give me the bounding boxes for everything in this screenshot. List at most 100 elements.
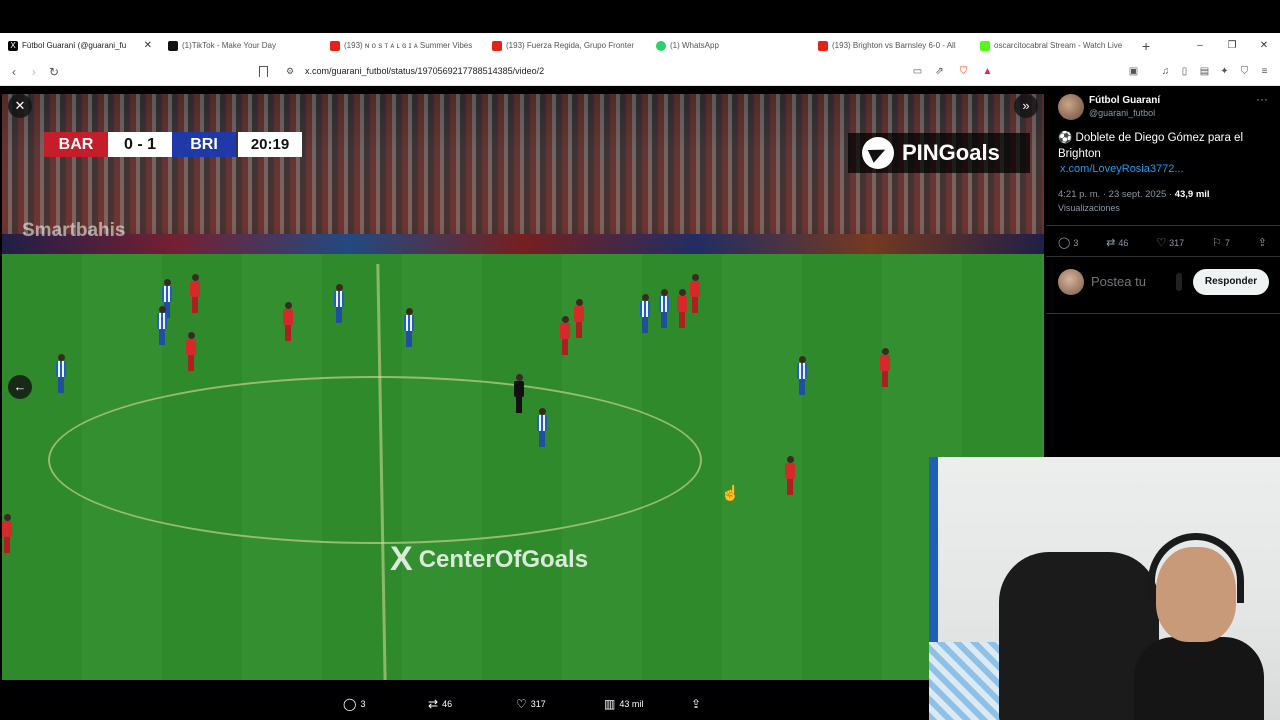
x-icon: X bbox=[8, 40, 18, 51]
youtube-icon bbox=[492, 40, 502, 51]
share-icon: ⇪ bbox=[691, 697, 702, 711]
expand-panel-button[interactable]: » bbox=[1014, 94, 1038, 118]
author-name[interactable]: Fútbol Guaraní bbox=[1089, 95, 1160, 106]
tab-whatsapp[interactable]: (1) WhatsApp bbox=[648, 33, 810, 58]
youtube-icon bbox=[330, 40, 340, 51]
player-barnsley bbox=[880, 348, 890, 388]
player-brighton bbox=[797, 356, 807, 396]
url-field[interactable]: x.com/guarani_futbol/status/197056921778… bbox=[305, 66, 544, 76]
video-frame: BAR 0 - 1 BRI 20:19 PINGoals Smartbahis … bbox=[2, 94, 1044, 680]
bookmark-stat[interactable]: ⚐ 7 bbox=[1212, 236, 1230, 249]
bookmark-icon[interactable] bbox=[259, 66, 268, 77]
views-action[interactable]: ▥ 43 mil bbox=[604, 697, 643, 711]
tab-title: (193) Fuerza Regida, Grupo Fronter bbox=[506, 41, 635, 50]
repost-action[interactable]: ⇄ 46 bbox=[428, 697, 452, 711]
author-handle[interactable]: @guarani_futbol bbox=[1089, 108, 1155, 118]
wallet-icon[interactable]: ▤ bbox=[1198, 65, 1211, 78]
reply-input[interactable]: Postea tu bbox=[1091, 274, 1146, 289]
post-time[interactable]: 4:21 p. m. · 23 sept. 2025 · bbox=[1058, 189, 1175, 200]
hand-cursor-icon: ☝ bbox=[721, 485, 740, 502]
reply-button[interactable]: Responder bbox=[1193, 269, 1269, 295]
player-barnsley bbox=[785, 456, 795, 496]
views-label: Visualizaciones bbox=[1058, 203, 1120, 213]
new-tab-button[interactable]: + bbox=[1132, 38, 1160, 54]
player-barnsley bbox=[190, 274, 200, 314]
post-link[interactable]: x.com/LoveyRosia3772... bbox=[1060, 163, 1184, 175]
tab-title: (1)TikTok - Make Your Day bbox=[182, 41, 276, 50]
like-count: 317 bbox=[530, 699, 546, 709]
close-tab-icon[interactable]: ✕ bbox=[144, 40, 152, 51]
back-icon[interactable]: ‹ bbox=[4, 65, 24, 79]
reload-icon[interactable]: ↻ bbox=[44, 65, 64, 79]
divider bbox=[1046, 256, 1280, 257]
heart-icon: ♡ bbox=[1156, 237, 1167, 249]
tab-title: oscarcitocabral Stream - Watch Live bbox=[994, 41, 1123, 50]
media-action-bar: ◯ 3 ⇄ 46 ♡ 317 ▥ 43 mil ⇪ bbox=[0, 680, 1046, 720]
tab-youtube-fuerza[interactable]: (193) Fuerza Regida, Grupo Fronter bbox=[484, 33, 648, 58]
brave-shield-icon[interactable]: ⛉ bbox=[957, 65, 970, 78]
referee bbox=[514, 374, 524, 414]
like-action[interactable]: ♡ 317 bbox=[516, 697, 546, 711]
tab-youtube-brighton[interactable]: (193) Brighton vs Barnsley 6-0 - All bbox=[810, 33, 972, 58]
vpn-icon[interactable]: ⛉ bbox=[1238, 65, 1251, 78]
tiktok-icon bbox=[168, 40, 178, 51]
x-logo-icon: X bbox=[390, 540, 413, 578]
youtube-icon bbox=[818, 40, 828, 51]
share-icon[interactable]: ⇗ bbox=[933, 65, 946, 78]
forward-icon[interactable]: › bbox=[24, 65, 44, 79]
brave-rewards-icon[interactable]: ▲ bbox=[981, 65, 994, 78]
reader-icon[interactable]: ▯ bbox=[1178, 65, 1191, 78]
share-action[interactable]: ⇪ bbox=[691, 697, 705, 711]
streamer bbox=[1134, 527, 1264, 720]
user-avatar bbox=[1058, 269, 1084, 295]
player-brighton bbox=[334, 284, 344, 324]
player-brighton bbox=[404, 308, 414, 348]
previous-media-button[interactable]: ← bbox=[8, 375, 32, 399]
restore-button[interactable]: ❐ bbox=[1216, 40, 1248, 51]
share-stat[interactable]: ⇪ bbox=[1258, 236, 1270, 249]
home-team: BAR bbox=[44, 132, 108, 157]
sidebar-icon[interactable]: ▣ bbox=[1127, 65, 1140, 78]
site-settings-icon[interactable]: ⚙ bbox=[286, 66, 294, 77]
like-stat[interactable]: ♡ 317 bbox=[1156, 236, 1184, 249]
minimize-button[interactable]: – bbox=[1184, 40, 1216, 51]
leo-ai-icon[interactable]: ✦ bbox=[1218, 65, 1231, 78]
advertising-boards bbox=[2, 234, 1044, 254]
divider bbox=[1046, 225, 1280, 226]
scoreboard: BAR 0 - 1 BRI 20:19 bbox=[44, 132, 302, 157]
away-team: BRI bbox=[172, 132, 236, 157]
post-stats: ◯ 3 ⇄ 46 ♡ 317 ⚐ 7 ⇪ bbox=[1058, 236, 1270, 249]
more-options-icon[interactable]: ··· bbox=[1256, 92, 1268, 106]
menu-icon[interactable]: ≡ bbox=[1258, 65, 1271, 78]
screen: X Fútbol Guaraní (@guarani_fu ✕ (1)TikTo… bbox=[0, 0, 1280, 720]
address-bar: ‹ › ↻ ⚙ x.com/guarani_futbol/status/1970… bbox=[0, 58, 1280, 86]
player-barnsley bbox=[2, 514, 12, 554]
heart-icon: ♡ bbox=[516, 697, 527, 711]
repost-icon: ⇄ bbox=[1106, 237, 1116, 249]
views-count: 43 mil bbox=[619, 699, 644, 709]
close-video-button[interactable]: ✕ bbox=[8, 94, 32, 118]
streamer-shirt bbox=[1134, 637, 1264, 720]
sponsor-watermark: Smartbahis bbox=[22, 220, 126, 241]
player-barnsley bbox=[690, 274, 700, 314]
close-window-button[interactable]: ✕ bbox=[1248, 40, 1280, 51]
match-clock: 20:19 bbox=[238, 132, 302, 157]
headphones-icon bbox=[1148, 533, 1244, 603]
reply-icon: ◯ bbox=[343, 697, 357, 711]
player-barnsley bbox=[677, 289, 687, 329]
media-icon[interactable]: ♫ bbox=[1159, 65, 1172, 78]
repost-count: 46 bbox=[442, 699, 453, 709]
top-strip bbox=[0, 0, 1280, 33]
video-player[interactable]: BAR 0 - 1 BRI 20:19 PINGoals Smartbahis … bbox=[0, 86, 1046, 720]
emoji-icon[interactable] bbox=[1176, 273, 1182, 291]
repost-stat[interactable]: ⇄ 46 bbox=[1106, 236, 1128, 249]
tab-x-post[interactable]: X Fútbol Guaraní (@guarani_fu ✕ bbox=[0, 33, 160, 58]
reply-action[interactable]: ◯ 3 bbox=[343, 697, 365, 711]
cast-icon[interactable]: ▭ bbox=[911, 65, 924, 78]
tab-youtube-nostalgia[interactable]: (193) ɴ ᴏ s ᴛ ᴀ ʟ ɢ ɪ ᴀ Summer Vibes bbox=[322, 33, 484, 58]
avatar[interactable] bbox=[1058, 94, 1084, 120]
tab-title: (1) WhatsApp bbox=[670, 41, 719, 50]
reply-stat[interactable]: ◯ 3 bbox=[1058, 236, 1078, 249]
tab-kick[interactable]: oscarcitocabral Stream - Watch Live bbox=[972, 33, 1132, 58]
tab-tiktok[interactable]: (1)TikTok - Make Your Day bbox=[160, 33, 322, 58]
